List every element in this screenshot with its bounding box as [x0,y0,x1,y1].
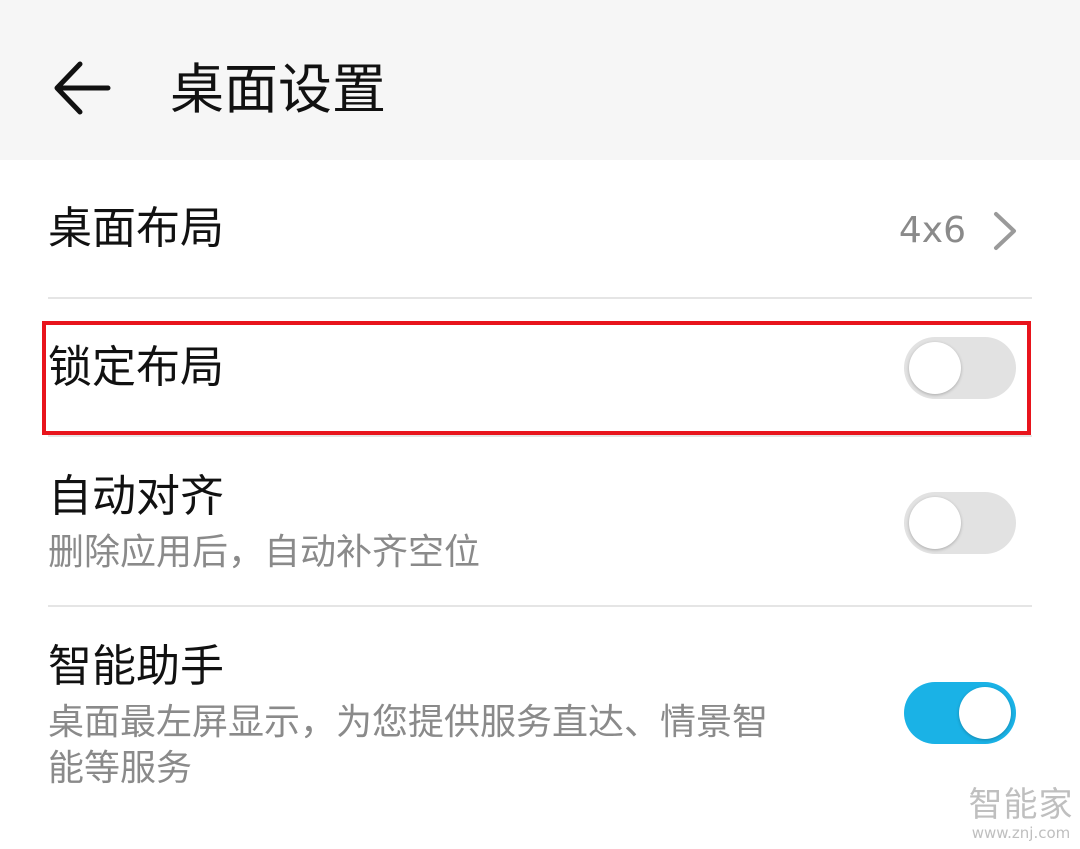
toggle-knob [909,342,961,394]
watermark: 智能家 www.znj.com [966,786,1076,842]
auto-align-toggle[interactable] [904,492,1016,554]
desktop-layout-title: 桌面布局 [48,203,224,254]
desktop-layout-row[interactable]: 桌面布局 4x6 [0,160,1080,298]
smart-assistant-subtitle-line1: 桌面最左屏显示，为您提供服务直达、情景智 [48,702,769,743]
desktop-layout-value: 4x6 [898,210,966,251]
watermark-url: www.znj.com [971,824,1071,842]
toggle-knob [959,687,1011,739]
lock-layout-row[interactable]: 锁定布局 [0,299,1080,435]
watermark-logo: 智能家 [968,785,1074,825]
smart-assistant-title: 智能助手 [48,641,224,692]
smart-assistant-row[interactable]: 智能助手 桌面最左屏显示，为您提供服务直达、情景智 能等服务 [0,607,1080,807]
arrow-left-icon[interactable] [52,58,114,118]
app-header: 桌面设置 [0,0,1080,160]
auto-align-subtitle: 删除应用后，自动补齐空位 [48,532,481,573]
smart-assistant-subtitle-line2: 能等服务 [48,748,193,789]
lock-layout-toggle[interactable] [904,337,1016,399]
auto-align-row[interactable]: 自动对齐 删除应用后，自动补齐空位 [0,437,1080,605]
lock-layout-title: 锁定布局 [48,342,224,393]
page-title: 桌面设置 [170,58,386,121]
smart-assistant-toggle[interactable] [904,682,1016,744]
auto-align-title: 自动对齐 [48,471,224,522]
toggle-knob [909,497,961,549]
chevron-right-icon [994,212,1016,250]
